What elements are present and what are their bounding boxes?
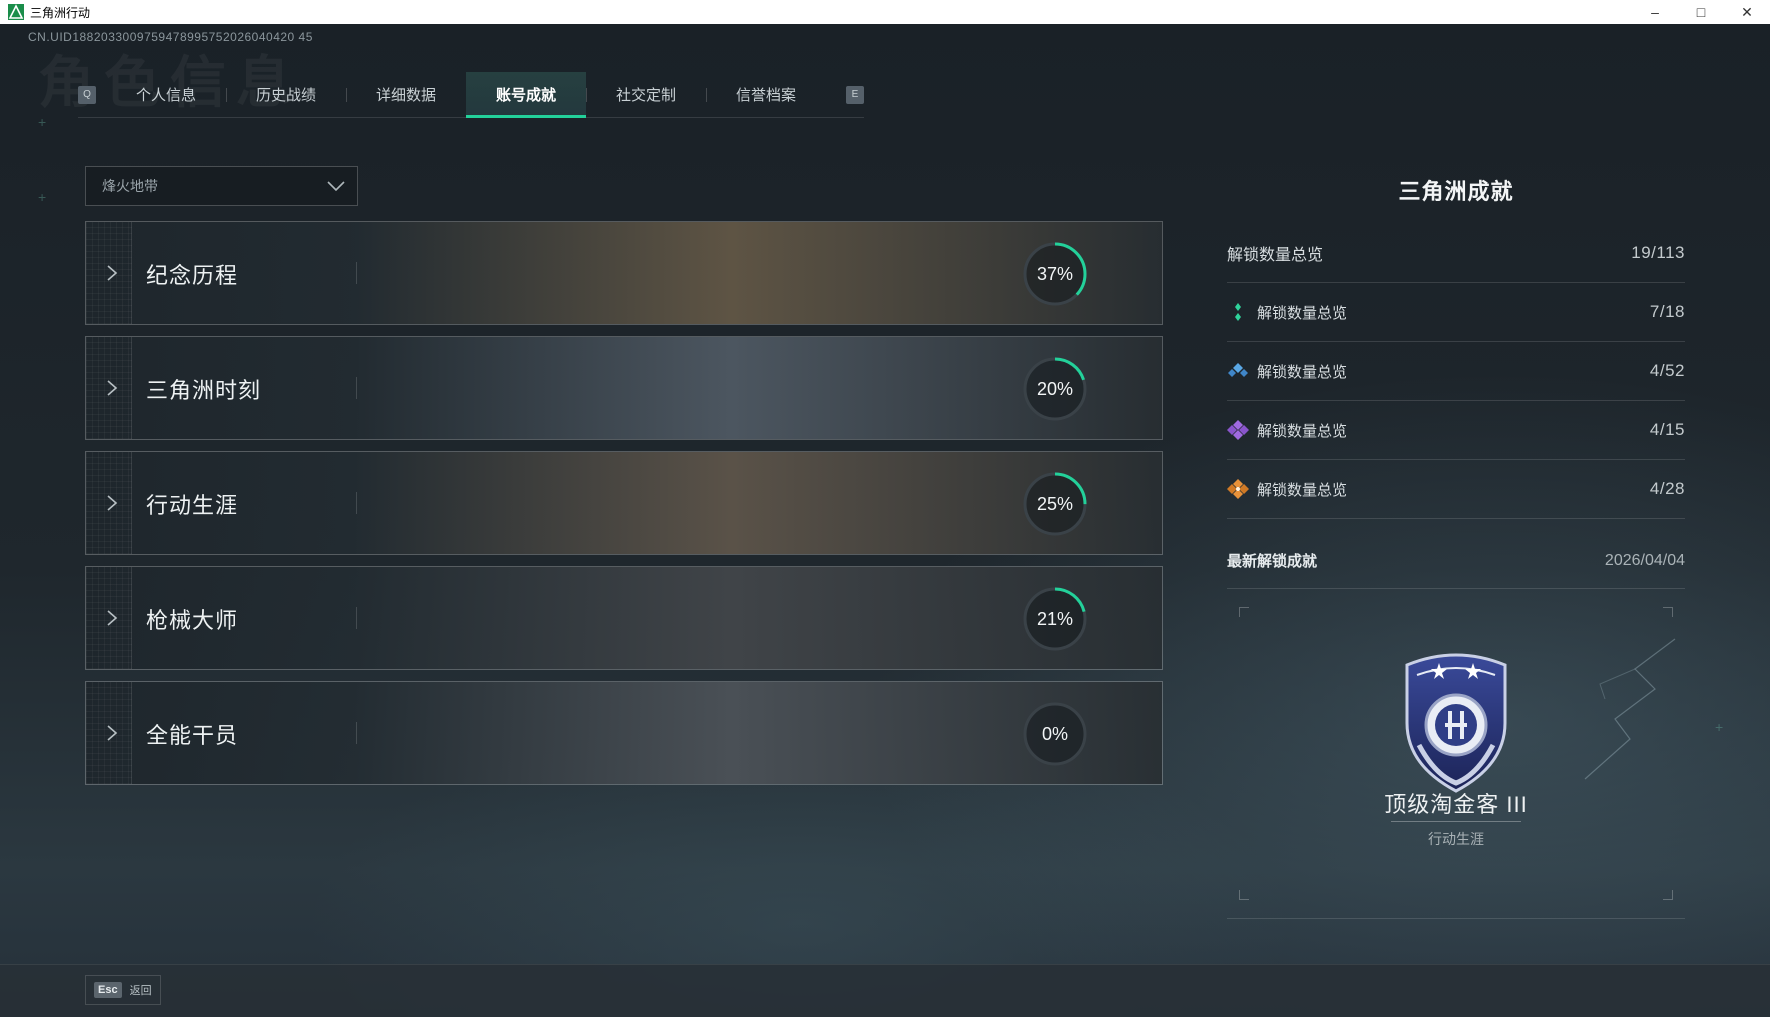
total-unlock-row: 解锁数量总览 19/113 bbox=[1227, 224, 1685, 283]
chevron-right-icon bbox=[107, 265, 118, 281]
close-button[interactable]: ✕ bbox=[1724, 0, 1770, 24]
mode-dropdown[interactable]: 烽火地带 bbox=[85, 166, 358, 206]
tier-unlock-label: 解锁数量总览 bbox=[1257, 304, 1348, 322]
achievement-category-list: 纪念历程 37% 三角洲时刻 20% 行动生涯 25% 枪械大师 21% 全能干… bbox=[85, 221, 1163, 796]
maximize-button[interactable]: □ bbox=[1678, 0, 1724, 24]
total-unlock-label: 解锁数量总览 bbox=[1227, 247, 1324, 264]
chevron-down-icon bbox=[327, 179, 345, 193]
category-background bbox=[86, 222, 1162, 324]
category-background bbox=[86, 682, 1162, 784]
game-window: 角色信息 CN.UID18820330097594789957520260404… bbox=[0, 24, 1770, 1017]
decor-plus-icon: + bbox=[38, 189, 47, 205]
panel-title: 三角洲成就 bbox=[1398, 179, 1514, 204]
achievement-summary-panel: 三角洲成就 解锁数量总览 19/113 解锁数量总览 7/18 解锁数量总览 4… bbox=[1227, 174, 1685, 919]
tab-personal-info[interactable]: 个人信息 bbox=[106, 72, 226, 118]
tab-bar: Q 个人信息 历史战绩 详细数据 账号成就 社交定制 信誉档案 E bbox=[78, 71, 864, 118]
tab-social-custom[interactable]: 社交定制 bbox=[586, 72, 706, 118]
tab-detailed-data[interactable]: 详细数据 bbox=[346, 72, 466, 118]
progress-percent: 37% bbox=[1036, 263, 1074, 284]
category-name: 全能干员 bbox=[146, 723, 239, 748]
green-gem-icon bbox=[1235, 303, 1241, 321]
achievement-badge-icon bbox=[1405, 653, 1507, 793]
category-name: 纪念历程 bbox=[146, 263, 239, 288]
achievement-category-card[interactable]: 行动生涯 25% bbox=[85, 451, 1163, 555]
tier-unlock-value: 4/52 bbox=[1649, 361, 1685, 380]
chevron-right-icon bbox=[107, 495, 118, 511]
orange-gem-icon bbox=[1227, 479, 1249, 499]
tier-unlock-value: 4/28 bbox=[1649, 479, 1685, 498]
chevron-right-icon bbox=[107, 610, 118, 626]
tab-credit-file[interactable]: 信誉档案 bbox=[706, 72, 826, 118]
achievement-category-card[interactable]: 全能干员 0% bbox=[85, 681, 1163, 785]
chevron-right-icon bbox=[107, 725, 118, 741]
tab-account-achievements[interactable]: 账号成就 bbox=[466, 71, 586, 118]
tier-unlock-value: 7/18 bbox=[1649, 302, 1685, 321]
chevron-right-icon bbox=[107, 380, 118, 396]
purple-gem-icon bbox=[1227, 420, 1249, 440]
tier-unlock-label: 解锁数量总览 bbox=[1257, 481, 1348, 499]
achievement-category-card[interactable]: 三角洲时刻 20% bbox=[85, 336, 1163, 440]
mode-dropdown-value: 烽火地带 bbox=[102, 178, 158, 194]
esc-key-hint: Esc bbox=[94, 982, 122, 998]
tier-unlock-row: 解锁数量总览 7/18 bbox=[1227, 283, 1685, 342]
decor-plus-icon: + bbox=[1715, 719, 1724, 735]
latest-achievement-card[interactable]: 顶级淘金客 III 行动生涯 bbox=[1227, 589, 1685, 919]
progress-percent: 25% bbox=[1036, 493, 1074, 514]
lightning-decor bbox=[1584, 638, 1676, 780]
category-name: 三角洲时刻 bbox=[146, 378, 262, 403]
tab-prev-key[interactable]: Q bbox=[78, 85, 96, 104]
latest-achievement-category: 行动生涯 bbox=[1428, 831, 1484, 847]
bottom-bar: Esc 返回 bbox=[0, 964, 1770, 1017]
progress-percent: 21% bbox=[1036, 608, 1074, 629]
back-label: 返回 bbox=[129, 985, 152, 997]
latest-achievement-name: 顶级淘金客 III bbox=[1384, 792, 1528, 817]
latest-unlock-date: 2026/04/04 bbox=[1604, 551, 1685, 569]
latest-unlock-heading: 最新解锁成就 bbox=[1227, 553, 1318, 570]
achievement-category-card[interactable]: 枪械大师 21% bbox=[85, 566, 1163, 670]
window-titlebar: 三角洲行动 – □ ✕ bbox=[0, 0, 1770, 24]
tab-history-record[interactable]: 历史战绩 bbox=[226, 72, 346, 118]
app-logo-icon bbox=[8, 4, 24, 20]
category-name: 行动生涯 bbox=[146, 493, 239, 518]
progress-percent: 20% bbox=[1036, 378, 1074, 399]
tier-unlock-value: 4/15 bbox=[1649, 420, 1685, 439]
progress-percent: 0% bbox=[1041, 723, 1068, 744]
back-button[interactable]: Esc 返回 bbox=[85, 975, 161, 1005]
tier-unlock-row: 解锁数量总览 4/28 bbox=[1227, 460, 1685, 519]
tier-unlock-row: 解锁数量总览 4/15 bbox=[1227, 401, 1685, 460]
category-name: 枪械大师 bbox=[146, 608, 239, 633]
tier-unlock-row: 解锁数量总览 4/52 bbox=[1227, 342, 1685, 401]
blue-gem-icon bbox=[1228, 363, 1248, 377]
tab-next-key[interactable]: E bbox=[846, 85, 864, 104]
decor-plus-icon: + bbox=[38, 114, 47, 130]
latest-unlock-header: 最新解锁成就 2026/04/04 bbox=[1227, 533, 1685, 589]
achievement-category-card[interactable]: 纪念历程 37% bbox=[85, 221, 1163, 325]
total-unlock-value: 19/113 bbox=[1631, 243, 1685, 262]
category-background bbox=[86, 567, 1162, 669]
tier-unlock-label: 解锁数量总览 bbox=[1257, 363, 1348, 381]
minimize-button[interactable]: – bbox=[1632, 0, 1678, 24]
window-title: 三角洲行动 bbox=[30, 5, 91, 20]
player-uid: CN.UID1882033009759478995752026040420 45 bbox=[28, 30, 313, 44]
tier-unlock-label: 解锁数量总览 bbox=[1257, 422, 1348, 440]
category-background bbox=[86, 452, 1162, 554]
